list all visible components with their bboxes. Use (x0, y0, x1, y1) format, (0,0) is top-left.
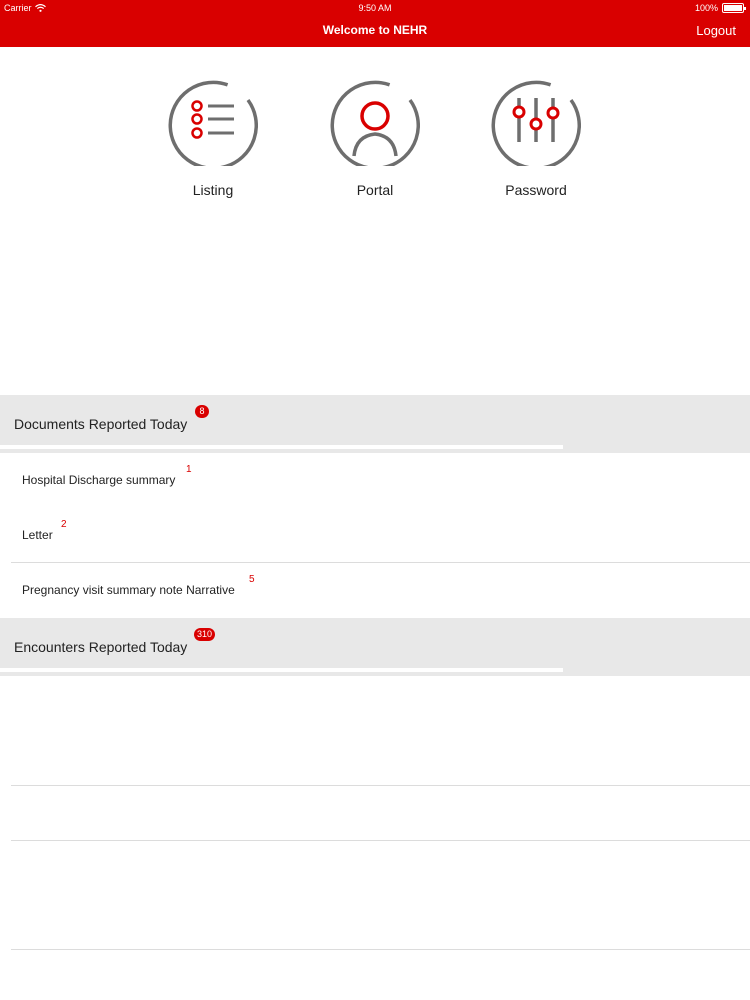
document-row-pregnancy-visit[interactable]: Pregnancy visit summary note Narrative 5 (0, 563, 750, 618)
main-menu: Listing Portal Password (0, 76, 750, 206)
encounters-section-title: Encounters Reported Today (14, 639, 188, 655)
documents-section-title: Documents Reported Today (14, 416, 188, 432)
sliders-icon (491, 80, 581, 166)
menu-label-portal: Portal (356, 182, 394, 198)
menu-item-password[interactable]: Password (476, 76, 596, 198)
top-bar: Carrier 9:50 AM 100% Welcome to NEHR Log… (0, 0, 750, 47)
row-divider (11, 785, 750, 786)
menu-item-portal[interactable]: Portal (315, 76, 435, 198)
document-row-discharge-summary[interactable]: Hospital Discharge summary 1 (0, 453, 750, 508)
status-time: 9:50 AM (358, 3, 392, 13)
row-divider (11, 840, 750, 841)
battery-icon (722, 3, 746, 13)
document-row-label: Letter (22, 528, 53, 542)
list-icon (168, 80, 258, 166)
menu-item-listing[interactable]: Listing (153, 76, 273, 198)
battery-label: 100% (694, 3, 718, 13)
menu-label-password: Password (505, 182, 567, 198)
status-battery: 100% (694, 3, 746, 13)
section-underline (0, 668, 563, 672)
page-title: Welcome to NEHR (322, 23, 428, 37)
document-row-count: 2 (61, 519, 67, 530)
encounters-section-header: Encounters Reported Today 310 (0, 618, 750, 676)
document-row-letter[interactable]: Letter 2 (0, 508, 750, 563)
section-underline (0, 445, 563, 449)
row-divider (11, 949, 750, 950)
documents-count-badge: 8 (195, 405, 209, 418)
document-row-label: Hospital Discharge summary (22, 473, 176, 487)
user-icon (330, 80, 420, 166)
document-row-count: 5 (249, 574, 255, 585)
menu-label-listing: Listing (192, 182, 234, 198)
document-row-label: Pregnancy visit summary note Narrative (22, 583, 235, 597)
documents-section-header: Documents Reported Today 8 (0, 395, 750, 453)
encounters-count-badge: 310 (194, 628, 216, 641)
document-row-count: 1 (186, 464, 192, 475)
logout-button[interactable]: Logout (696, 23, 736, 38)
